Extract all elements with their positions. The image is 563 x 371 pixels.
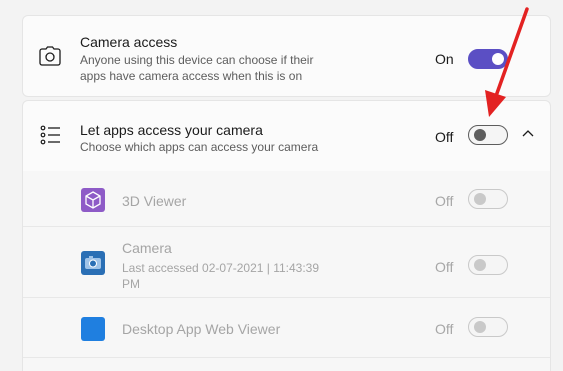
annotation-arrow xyxy=(485,7,529,117)
